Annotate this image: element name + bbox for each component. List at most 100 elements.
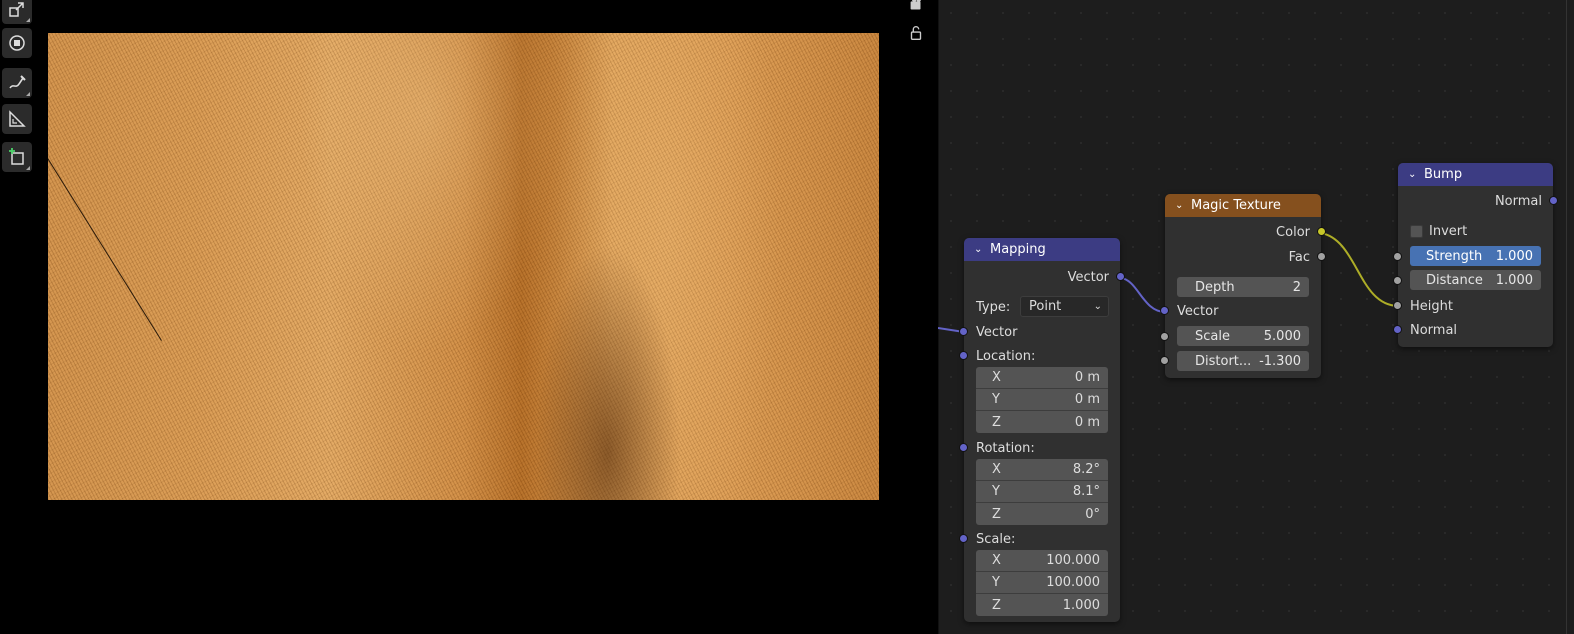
axis-value: 100.000: [1046, 575, 1100, 590]
field-value: 1.000: [1495, 272, 1533, 288]
socket-label: Height: [1410, 298, 1453, 314]
field-value: 1.000: [1495, 248, 1533, 264]
axis-value: 0 m: [1074, 392, 1100, 407]
input-socket[interactable]: [1160, 332, 1169, 341]
output-socket[interactable]: [1317, 227, 1326, 236]
axis-value: 1.000: [1062, 597, 1100, 613]
strength-field[interactable]: Strength 1.000: [1410, 246, 1541, 266]
input-socket[interactable]: [1160, 306, 1169, 315]
measure-icon: [9, 110, 26, 127]
input-socket[interactable]: [1160, 356, 1169, 365]
axis-value: 100.000: [1046, 553, 1100, 568]
measure-tool-button[interactable]: [2, 104, 32, 134]
input-socket[interactable]: [959, 443, 968, 452]
input-socket[interactable]: [1393, 252, 1402, 261]
transform-icon: [9, 35, 25, 51]
shader-node-editor[interactable]: ⌄ Mapping Vector Type: Point ⌄ Vector Lo…: [938, 0, 1574, 634]
axis-label: X: [992, 553, 1001, 568]
lock-icon: [910, 26, 922, 40]
magic-texture-node-header[interactable]: ⌄ Magic Texture: [1165, 194, 1321, 217]
transform-tool-button[interactable]: [2, 28, 32, 58]
annotate-tool-button[interactable]: [2, 68, 32, 98]
distance-field[interactable]: Distance 1.000: [1410, 270, 1541, 290]
socket-label: Color: [1276, 224, 1310, 240]
field-label: Distance: [1426, 272, 1483, 288]
distortion-field[interactable]: Distort... -1.300: [1177, 351, 1309, 371]
input-socket[interactable]: [1393, 276, 1402, 285]
chevron-down-icon[interactable]: ⌄: [1408, 169, 1418, 180]
invert-row[interactable]: Invert: [1398, 221, 1553, 241]
axis-value: 0°: [1085, 506, 1100, 522]
bump-node-header[interactable]: ⌄ Bump: [1398, 163, 1553, 186]
axis-label: Y: [992, 575, 1000, 590]
scale-label-row: Scale:: [959, 529, 1120, 549]
vector-component[interactable]: Y 8.1°: [976, 481, 1108, 503]
type-row: Type: Point ⌄: [964, 296, 1120, 317]
socket-label: Normal: [1494, 193, 1542, 209]
node-title: Bump: [1424, 167, 1463, 182]
output-socket[interactable]: [1317, 252, 1326, 261]
node-title: Mapping: [990, 242, 1046, 257]
axis-value: 0 m: [1074, 414, 1100, 430]
chevron-down-icon[interactable]: ⌄: [974, 244, 984, 255]
vector-component[interactable]: X 100.000: [976, 550, 1108, 572]
type-value: Point: [1029, 299, 1062, 314]
input-socket[interactable]: [1393, 325, 1402, 334]
chevron-down-icon[interactable]: ⌄: [1175, 200, 1185, 211]
input-socket[interactable]: [959, 351, 968, 360]
field-label: Distort...: [1195, 353, 1252, 369]
axis-value: 8.2°: [1072, 462, 1100, 477]
magic-texture-node[interactable]: ⌄ Magic Texture Color Fac Depth 2 Vector…: [1160, 194, 1326, 378]
lock-camera-button[interactable]: [905, 22, 927, 44]
axis-label: Z: [992, 414, 1001, 430]
camera-icon: [910, 0, 921, 10]
input-socket[interactable]: [959, 534, 968, 543]
add-cube-icon: [9, 148, 24, 165]
socket-label: Vector: [976, 324, 1018, 340]
output-socket[interactable]: [1116, 272, 1125, 281]
invert-checkbox[interactable]: [1410, 224, 1423, 238]
bump-node[interactable]: ⌄ Bump Normal Invert Strength 1.000 Dist…: [1393, 163, 1558, 347]
input-vector-row: Vector: [959, 322, 1120, 342]
depth-field[interactable]: Depth 2: [1177, 277, 1309, 297]
input-socket[interactable]: [1393, 301, 1402, 310]
link-mapping-to-magic: [1120, 277, 1166, 313]
camera-view-button[interactable]: [905, 0, 927, 16]
input-vector-row: Vector: [1160, 301, 1321, 321]
3d-viewport[interactable]: [0, 0, 938, 634]
add-cube-tool-button[interactable]: [2, 142, 32, 172]
field-label: Depth: [1195, 279, 1235, 295]
vector-component[interactable]: X 8.2°: [976, 459, 1108, 481]
vector-component[interactable]: Z 0°: [976, 503, 1108, 525]
field-label: Scale: [1195, 328, 1230, 344]
annotate-icon: [9, 75, 26, 89]
socket-label: Vector: [1067, 269, 1109, 285]
axis-value: 8.1°: [1072, 484, 1100, 499]
vector-component[interactable]: Y 100.000: [976, 572, 1108, 594]
input-socket[interactable]: [959, 327, 968, 336]
scale-vector-field[interactable]: X 100.000 Y 100.000 Z 1.000: [976, 550, 1108, 616]
rotation-vector-field[interactable]: X 8.2° Y 8.1° Z 0°: [976, 459, 1108, 525]
output-socket[interactable]: [1549, 196, 1558, 205]
socket-label: Rotation:: [976, 440, 1035, 456]
vector-component[interactable]: Z 0 m: [976, 411, 1108, 433]
socket-label: Fac: [1288, 249, 1310, 265]
field-value: -1.300: [1259, 353, 1301, 369]
output-fac-row: Fac: [1165, 247, 1326, 267]
location-label-row: Location:: [959, 346, 1120, 366]
vector-component[interactable]: X 0 m: [976, 367, 1108, 389]
scale-field[interactable]: Scale 5.000: [1177, 326, 1309, 346]
scale-tool-button[interactable]: [2, 0, 32, 24]
axis-label: Y: [992, 484, 1000, 499]
mapping-node[interactable]: ⌄ Mapping Vector Type: Point ⌄ Vector Lo…: [959, 238, 1125, 622]
input-normal-row: Normal: [1393, 320, 1553, 340]
vector-component[interactable]: Z 1.000: [976, 594, 1108, 616]
mapping-node-header[interactable]: ⌄ Mapping: [964, 238, 1120, 261]
location-vector-field[interactable]: X 0 m Y 0 m Z 0 m: [976, 367, 1108, 433]
vector-component[interactable]: Y 0 m: [976, 389, 1108, 411]
type-dropdown[interactable]: Point ⌄: [1020, 296, 1109, 317]
output-normal-row: Normal: [1398, 191, 1558, 211]
scale-icon: [9, 2, 24, 17]
checkbox-label: Invert: [1429, 223, 1468, 239]
type-label: Type:: [976, 299, 1011, 315]
